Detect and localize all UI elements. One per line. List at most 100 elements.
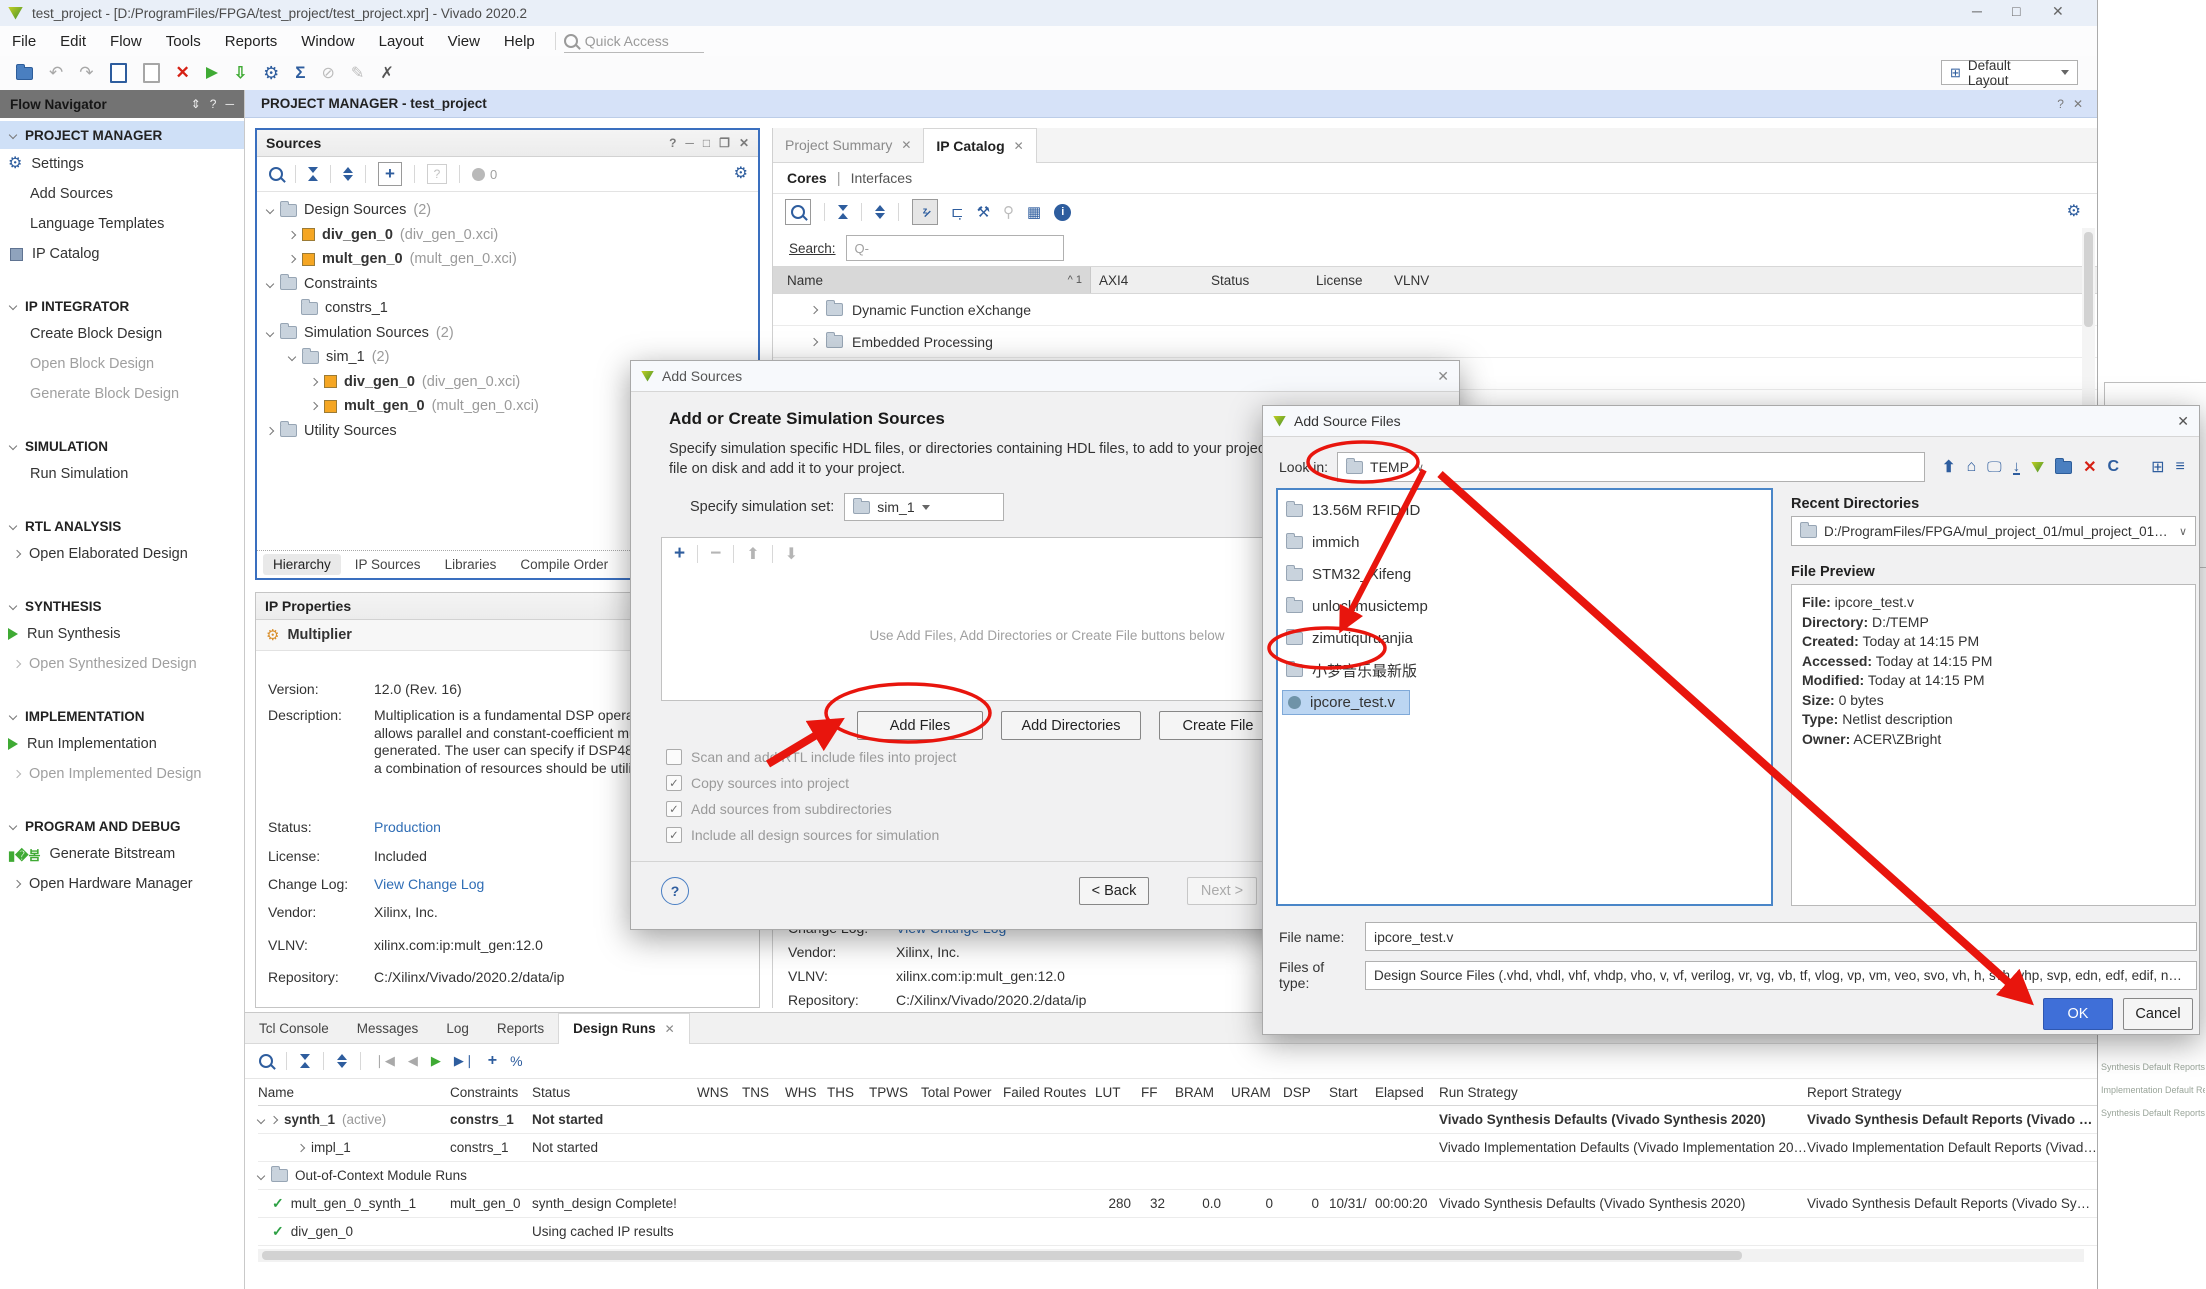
add-directories-button[interactable]: Add Directories — [1001, 711, 1141, 740]
cancel-button[interactable]: Cancel — [2123, 998, 2193, 1030]
file-item-selected[interactable]: ipcore_test.v — [1278, 686, 1771, 718]
search-icon[interactable] — [269, 167, 283, 181]
search-icon[interactable] — [259, 1054, 273, 1068]
add-files-button[interactable]: Add Files — [857, 711, 983, 740]
col-tpws[interactable]: TPWS — [869, 1085, 921, 1100]
col-report-strategy[interactable]: Report Strategy — [1807, 1085, 2097, 1100]
column-status[interactable]: Status — [1211, 273, 1316, 288]
subtab-interfaces[interactable]: Interfaces — [851, 170, 912, 186]
tree-item-design-sources[interactable]: Design Sources (2) — [267, 198, 758, 223]
float-panel-icon[interactable]: ❐ — [719, 136, 730, 150]
tab-log[interactable]: Log — [432, 1021, 483, 1036]
close-dialog-icon[interactable]: ✕ — [1437, 368, 1449, 385]
settings-icon[interactable]: ⚙ — [263, 64, 279, 82]
vivado-home-icon[interactable] — [2031, 462, 2044, 473]
nav-item-settings[interactable]: ⚙Settings — [0, 149, 244, 179]
create-file-button[interactable]: Create File — [1159, 711, 1277, 740]
home-icon[interactable]: ⌂ — [1966, 458, 1976, 476]
tree-item-div-gen[interactable]: div_gen_0 (div_gen_0.xci) — [267, 223, 758, 248]
ip-search-input[interactable]: Q- — [846, 235, 1064, 261]
nav-item-run-synthesis[interactable]: Run Synthesis — [0, 619, 244, 649]
ip-row-dfx[interactable]: Dynamic Function eXchange — [773, 294, 2097, 326]
ip-row-embedded[interactable]: Embedded Processing — [773, 326, 2097, 358]
col-constraints[interactable]: Constraints — [450, 1085, 532, 1100]
collapse-all-icon[interactable] — [300, 1054, 310, 1068]
tree-item-simulation-sources[interactable]: Simulation Sources (2) — [267, 321, 758, 346]
create-run-icon[interactable]: + — [488, 1052, 497, 1070]
tab-ip-sources[interactable]: IP Sources — [345, 554, 431, 575]
tab-hierarchy[interactable]: Hierarchy — [263, 554, 341, 575]
cancel-run-icon[interactable]: ✗ — [380, 63, 393, 83]
file-item[interactable]: STM32_Xifeng — [1278, 558, 1771, 590]
grid-view-icon[interactable]: ⊞ — [2151, 457, 2164, 477]
col-whs[interactable]: WHS — [785, 1085, 827, 1100]
tab-compile-order[interactable]: Compile Order — [510, 554, 618, 575]
help-icon[interactable]: ? — [2057, 97, 2064, 111]
downloads-icon[interactable]: ↓ — [2013, 460, 2021, 475]
recent-directories-selector[interactable]: D:/ProgramFiles/FPGA/mul_project_01/mul_… — [1791, 516, 2196, 546]
percent-icon[interactable]: % — [510, 1053, 522, 1069]
menu-view[interactable]: View — [436, 33, 492, 50]
group-icon[interactable]: ⊏̣ — [951, 203, 964, 221]
checkbox-add-subdirectories[interactable]: ✓ — [666, 801, 682, 817]
file-item[interactable]: immich — [1278, 526, 1771, 558]
col-lut[interactable]: LUT — [1095, 1085, 1141, 1100]
section-synthesis[interactable]: SYNTHESIS — [0, 593, 244, 619]
nav-item-ip-catalog[interactable]: IP Catalog — [0, 239, 244, 269]
menu-tools[interactable]: Tools — [154, 33, 213, 50]
add-sources-icon[interactable]: + — [378, 162, 402, 186]
menu-layout[interactable]: Layout — [367, 33, 436, 50]
column-name[interactable]: Name^ 1 — [773, 267, 1091, 293]
run-icon[interactable] — [206, 67, 218, 79]
new-folder-icon[interactable] — [2055, 461, 2072, 474]
col-ths[interactable]: THS — [827, 1085, 869, 1100]
field-changelog-link[interactable]: View Change Log — [374, 876, 484, 892]
menu-help[interactable]: Help — [492, 33, 547, 50]
dialog-title-bar[interactable]: Add Sources ✕ — [631, 361, 1459, 392]
tree-item-constrs-1[interactable]: constrs_1 — [267, 296, 758, 321]
close-panel-icon[interactable]: ✕ — [739, 136, 749, 150]
panel-gear-icon[interactable]: ⚙ — [2067, 204, 2081, 220]
section-project-manager[interactable]: PROJECT MANAGER — [0, 121, 244, 149]
expand-all-icon[interactable] — [875, 205, 885, 219]
nav-item-run-simulation[interactable]: Run Simulation — [0, 459, 244, 489]
tab-messages[interactable]: Messages — [343, 1021, 433, 1036]
nav-item-open-elaborated-design[interactable]: Open Elaborated Design — [0, 539, 244, 569]
ok-button[interactable]: OK — [2043, 998, 2113, 1030]
nav-item-run-implementation[interactable]: Run Implementation — [0, 729, 244, 759]
field-status-value[interactable]: Production — [374, 819, 441, 835]
wrench-icon[interactable]: ⚒ — [977, 203, 990, 221]
nav-item-open-hardware-manager[interactable]: Open Hardware Manager — [0, 869, 244, 899]
nav-item-generate-bitstream[interactable]: ▮�봄Generate Bitstream — [0, 839, 244, 869]
collapse-all-icon[interactable] — [308, 167, 318, 181]
search-icon[interactable] — [785, 199, 811, 225]
run-row-synth-1[interactable]: synth_1 (active) constrs_1 Not started V… — [258, 1106, 2097, 1134]
chevron-right-icon[interactable] — [810, 305, 818, 313]
nav-item-language-templates[interactable]: Language Templates — [0, 209, 244, 239]
col-start[interactable]: Start — [1329, 1085, 1375, 1100]
col-dsp[interactable]: DSP — [1283, 1085, 1329, 1100]
horizontal-scrollbar[interactable] — [258, 1249, 2084, 1262]
checkbox-copy-sources[interactable]: ✓ — [666, 775, 682, 791]
tab-design-runs[interactable]: Design Runs ✕ — [558, 1013, 690, 1044]
close-tab-icon[interactable]: ✕ — [901, 138, 911, 152]
run-row-impl-1[interactable]: impl_1 constrs_1 Not started Vivado Impl… — [258, 1134, 2097, 1162]
col-ff[interactable]: FF — [1141, 1085, 1175, 1100]
delete-icon[interactable]: ✕ — [176, 63, 190, 83]
sum-icon[interactable]: Σ — [295, 63, 305, 83]
nav-item-create-block-design[interactable]: Create Block Design — [0, 319, 244, 349]
section-simulation[interactable]: SIMULATION — [0, 433, 244, 459]
run-group-ooc[interactable]: Out-of-Context Module Runs — [258, 1162, 2097, 1190]
col-elapsed[interactable]: Elapsed — [1375, 1085, 1439, 1100]
add-icon[interactable]: + — [674, 543, 685, 565]
col-name[interactable]: Name — [258, 1085, 450, 1100]
tab-project-summary[interactable]: Project Summary ✕ — [773, 128, 923, 162]
run-row-div-gen[interactable]: ✓div_gen_0 Using cached IP results — [258, 1218, 2097, 1246]
close-button[interactable]: ✕ — [2052, 3, 2064, 20]
tree-item-constraints[interactable]: Constraints — [267, 272, 758, 297]
delete-icon[interactable]: ✕ — [2083, 457, 2096, 477]
tab-reports[interactable]: Reports — [483, 1021, 558, 1036]
col-run-strategy[interactable]: Run Strategy — [1439, 1085, 1807, 1100]
refresh-icon[interactable]: C — [2108, 458, 2120, 476]
menu-window[interactable]: Window — [289, 33, 366, 50]
